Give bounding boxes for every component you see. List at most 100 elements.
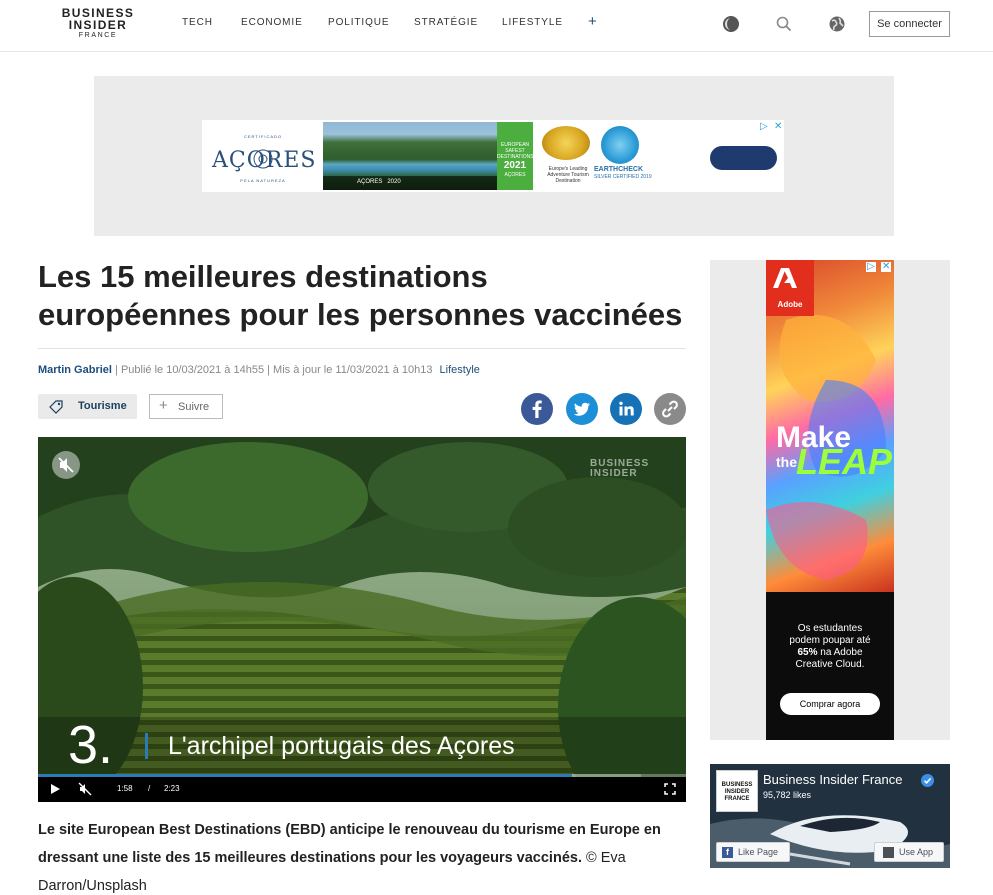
earthcheck-globe-icon [601,126,639,164]
business-insider-logo[interactable]: BUSINESS INSIDER FRANCE [58,7,138,40]
safest-destinations-badge: EUROPEAN SAFEST DESTINATIONS 2021 AÇORES [497,122,534,190]
top-navigation-bar: BUSINESS INSIDER FRANCE TECH ECONOMIE PO… [0,0,993,52]
close-icon[interactable]: ✕ [881,262,892,272]
nav-item-strategie[interactable]: STRATÉGIE [414,17,478,28]
tag-label: Tourisme [78,400,127,412]
acores-logo: AÇORES CERTIFICADO PELA NATUREZA [212,134,317,184]
close-icon[interactable]: ✕ [774,122,782,132]
follow-label: Suivre [178,401,210,413]
facebook-likes-count: 95,782 likes [763,790,812,800]
video-caption-number: 3. [68,715,114,775]
acores-ad-banner[interactable]: AÇORES CERTIFICADO PELA NATUREZA AÇORES … [202,120,784,192]
logo-line-3: FRANCE [78,32,118,39]
follow-button[interactable]: + Suivre [149,394,223,419]
title-divider [38,348,686,349]
adobe-logo: Adobe [766,260,814,316]
ad-headline-leap: LEAP [796,441,893,482]
nav-item-tech[interactable]: TECH [182,17,213,28]
author-link[interactable]: Martin Gabriel [38,364,112,376]
business-insider-page-logo[interactable]: BUSINESS INSIDER FRANCE [716,770,758,812]
facebook-f-icon: f [722,847,733,858]
nav-item-politique[interactable]: POLITIQUE [328,17,389,28]
ad-body-line-2: podem poupar até [789,635,871,646]
caption-accent-bar [145,733,148,759]
article-title: Les 15 meilleures destinations européenn… [38,259,683,332]
search-icon[interactable] [774,14,794,34]
travel-award-text: Europe's Leading Adventure Tourism Desti… [547,166,589,184]
volume-muted-icon[interactable] [78,782,92,801]
dark-mode-icon[interactable] [721,14,741,34]
video-caption: Le site European Best Destinations (EBD)… [38,816,686,895]
tag-icon [49,400,63,414]
tag-tourisme[interactable]: Tourisme [38,394,137,419]
link-icon[interactable] [654,393,686,425]
category-link[interactable]: Lifestyle [440,364,480,376]
video-player[interactable]: BUSINESS INSIDER 3. L'archipel portugais… [38,437,686,802]
time-separator: / [148,784,151,793]
facebook-icon[interactable] [521,393,553,425]
plus-icon: + [159,397,168,414]
twitter-icon[interactable] [566,393,598,425]
duration: 2:23 [164,784,180,793]
adobe-label: Adobe [777,300,803,309]
sponsor-strip-text: AÇORES 2020 [357,179,401,185]
ad-body-line-3-text: na Adobe [817,647,863,658]
caption-bold-text: Le site European Best Destinations (EBD)… [38,822,661,866]
fb-logo-line-3: FRANCE [724,796,750,802]
ad-body-line-3: 65% na Adobe [766,647,894,659]
fullscreen-icon[interactable] [664,782,676,801]
verified-badge-icon [921,774,934,787]
facebook-like-page-button[interactable]: f Like Page [716,842,790,862]
acores-arc-top: CERTIFICADO [243,134,283,139]
published-date: | Publié le 10/03/2021 à 14h55 [115,364,265,376]
crater-lake-photo: AÇORES 2020 [323,122,497,190]
acores-wordmark: AÇORES [212,148,317,173]
photo-sponsor-strip: AÇORES 2020 [323,176,497,190]
nav-item-lifestyle[interactable]: LIFESTYLE [502,17,563,28]
top-ad-slot: AÇORES CERTIFICADO PELA NATUREZA AÇORES … [94,76,894,236]
nav-item-economie[interactable]: ECONOMIE [241,17,303,28]
ad-headline-the: the [776,454,797,470]
badge-sub: AÇORES [504,172,526,178]
article-byline: Martin Gabriel | Publié le 10/03/2021 à … [38,364,480,376]
facebook-use-app-button[interactable]: Use App [874,842,944,862]
app-cube-icon [883,847,894,858]
abstract-artwork: Adobe Make the LEAP [766,260,894,592]
video-controls: 1:58 / 2:23 [38,777,686,802]
adobe-ad-creative[interactable]: Adobe Make the LEAP Os estudantes podem … [766,260,894,740]
ad-cta-button[interactable] [710,146,777,170]
globe-icon[interactable] [827,14,847,34]
earthcheck-label: EARTHCHECK SILVER CERTIFIED 2019 [594,166,654,180]
muted-speaker-icon [58,457,74,473]
ad-discount: 65% [797,647,818,658]
earthcheck-sub: SILVER CERTIFIED 2019 [594,174,652,180]
video-watermark: BUSINESS INSIDER [590,459,649,479]
badge-year: 2021 [503,160,527,171]
updated-date: | Mis à jour le 11/03/2021 à 10h13 [267,364,433,376]
logo-line-2: INSIDER [68,18,128,32]
ad-body-line-1: Os estudantes [797,623,863,634]
buy-now-button[interactable]: Comprar agora [780,693,880,715]
current-time: 1:58 [117,784,133,793]
adchoices-icon[interactable]: ▷ [866,262,876,272]
login-button[interactable]: Se connecter [869,11,950,37]
use-app-label: Use App [899,847,934,857]
facebook-page-name[interactable]: Business Insider France [763,772,902,787]
fb-logo-line-2: INSIDER [724,789,750,795]
acores-arc-bottom: PELA NATUREZA [240,178,286,183]
sidebar-ad-slot: Adobe Make the LEAP Os estudantes podem … [710,260,950,740]
earthcheck-title: EARTHCHECK [594,166,643,173]
adchoices-icon[interactable]: ▷ [760,122,768,132]
video-caption-text: L'archipel portugais des Açores [168,732,515,760]
travel-award-medal-icon [542,126,590,160]
ad-body-text: Os estudantes podem poupar até 65% na Ad… [766,623,894,671]
like-page-label: Like Page [738,847,779,857]
mute-toggle-button[interactable] [52,451,80,479]
fb-logo-line-1: BUSINESS [721,782,753,788]
ad-body-line-4: Creative Cloud. [795,659,865,670]
watermark-line-2: INSIDER [590,468,638,479]
play-icon[interactable] [48,782,62,801]
linkedin-icon[interactable] [610,393,642,425]
nav-more-button[interactable]: + [588,13,597,30]
facebook-page-widget: BUSINESS INSIDER FRANCE Business Insider… [710,764,950,868]
